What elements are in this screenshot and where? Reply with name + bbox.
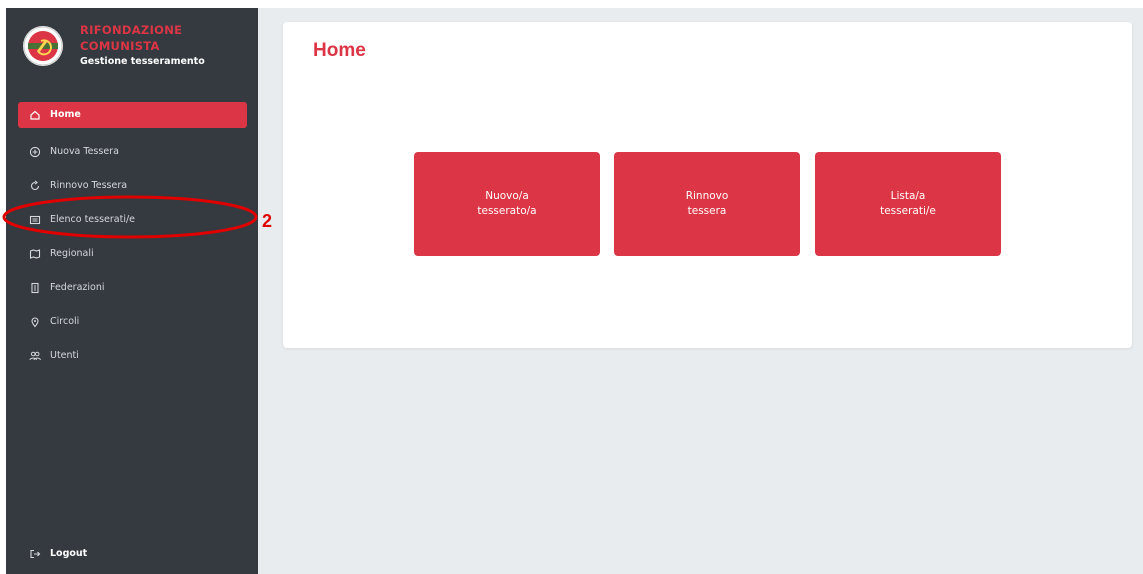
- button-label-line2: tessera: [687, 205, 727, 217]
- home-card: Home Nuovo/a tesserato/a Rinnovo tessera…: [283, 22, 1132, 348]
- button-label-line1: Lista/a: [890, 190, 926, 202]
- circle-location-icon: [29, 316, 41, 328]
- plus-circle-icon: [29, 146, 41, 158]
- sidebar-item-nuova-tessera[interactable]: Nuova Tessera: [18, 139, 247, 165]
- sidebar-item-rinnovo-tessera[interactable]: Rinnovo Tessera: [18, 173, 247, 199]
- logout-button[interactable]: Logout: [18, 541, 247, 567]
- home-icon: [29, 109, 41, 121]
- logout-label: Logout: [50, 548, 88, 559]
- sidebar-item-label: Nuova Tessera: [50, 146, 119, 157]
- page-title: Home: [313, 40, 366, 61]
- sidebar-item-federazioni[interactable]: Federazioni: [18, 275, 247, 301]
- sidebar-item-utenti[interactable]: Utenti: [18, 343, 247, 369]
- button-label-line2: tesserato/a: [477, 205, 537, 217]
- sidebar-item-label: Rinnovo Tessera: [50, 180, 128, 191]
- sidebar-item-label: Circoli: [50, 316, 80, 327]
- logout-icon: [29, 548, 41, 560]
- sidebar-item-label: Federazioni: [50, 282, 105, 293]
- button-label-line2: tesserati/e: [880, 205, 936, 217]
- sidebar-item-label: Elenco tesserati/e: [50, 214, 136, 225]
- member-list-button[interactable]: Lista/a tesserati/e: [815, 152, 1001, 256]
- button-label-line1: Rinnovo: [685, 190, 729, 202]
- sidebar-item-home[interactable]: Home: [18, 102, 247, 128]
- sidebar-item-label: Home: [50, 109, 81, 120]
- brand-name-line2: COMUNISTA: [80, 39, 160, 53]
- sidebar: RIFONDAZIONE COMUNISTA Gestione tesseram…: [2, 8, 258, 574]
- users-icon: [29, 350, 41, 362]
- new-member-button[interactable]: Nuovo/a tesserato/a: [414, 152, 600, 256]
- party-logo-icon: [23, 26, 63, 66]
- brand: RIFONDAZIONE COMUNISTA Gestione tesseram…: [18, 20, 253, 76]
- button-label-line1: Nuovo/a: [485, 190, 529, 202]
- list-card-icon: [29, 214, 41, 226]
- button-label: Nuovo/a tesserato/a: [477, 189, 536, 219]
- sidebar-item-label: Regionali: [50, 248, 94, 259]
- renew-card-button[interactable]: Rinnovo tessera: [614, 152, 800, 256]
- brand-name-line1: RIFONDAZIONE: [80, 23, 183, 37]
- app-window: RIFONDAZIONE COMUNISTA Gestione tesseram…: [2, 8, 1143, 574]
- building-icon: [29, 282, 41, 294]
- annotation-number: 2: [262, 211, 273, 231]
- brand-subtitle: Gestione tesseramento: [80, 56, 205, 67]
- button-label: Rinnovo tessera: [686, 189, 729, 219]
- map-icon: [29, 248, 41, 260]
- refresh-icon: [29, 180, 41, 192]
- sidebar-item-circoli[interactable]: Circoli: [18, 309, 247, 335]
- sidebar-item-regionali[interactable]: Regionali: [18, 241, 247, 267]
- sidebar-item-elenco-tesserati[interactable]: Elenco tesserati/e: [18, 207, 247, 233]
- sidebar-item-label: Utenti: [50, 350, 79, 361]
- button-label: Lista/a tesserati/e: [880, 189, 936, 219]
